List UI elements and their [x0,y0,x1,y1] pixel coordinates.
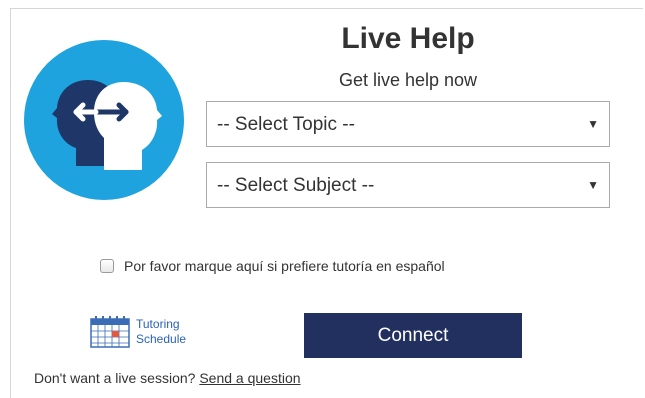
tutoring-schedule-link[interactable]: Tutoring Schedule [90,316,186,348]
tutoring-schedule-line2[interactable]: Schedule [136,332,186,347]
spanish-checkbox[interactable] [100,259,114,273]
page-title: Live Help [341,22,475,55]
subject-select-value: -- Select Subject -- [217,175,375,196]
subject-select[interactable]: -- Select Subject -- ▼ [206,162,610,208]
tutoring-schedule-label[interactable]: Tutoring Schedule [136,317,186,347]
calendar-icon [90,316,130,348]
tutoring-schedule-line1[interactable]: Tutoring [136,317,186,332]
footer-prompt: Don't want a live session? Send a questi… [34,370,301,386]
topic-select[interactable]: -- Select Topic -- ▼ [206,101,610,147]
page-subtitle: Get live help now [338,70,478,90]
connect-button[interactable]: Connect [304,313,522,358]
send-question-link[interactable]: Send a question [199,370,300,386]
spanish-checkbox-label[interactable]: Por favor marque aquí si prefiere tutorí… [124,258,445,274]
spanish-tutoring-option: Por favor marque aquí si prefiere tutorí… [100,258,445,274]
topic-select-value: -- Select Topic -- [217,114,355,135]
chevron-down-icon: ▼ [587,117,599,131]
two-heads-exchange-icon [24,40,184,200]
chevron-down-icon: ▼ [587,178,599,192]
footer-text: Don't want a live session? [34,370,196,386]
